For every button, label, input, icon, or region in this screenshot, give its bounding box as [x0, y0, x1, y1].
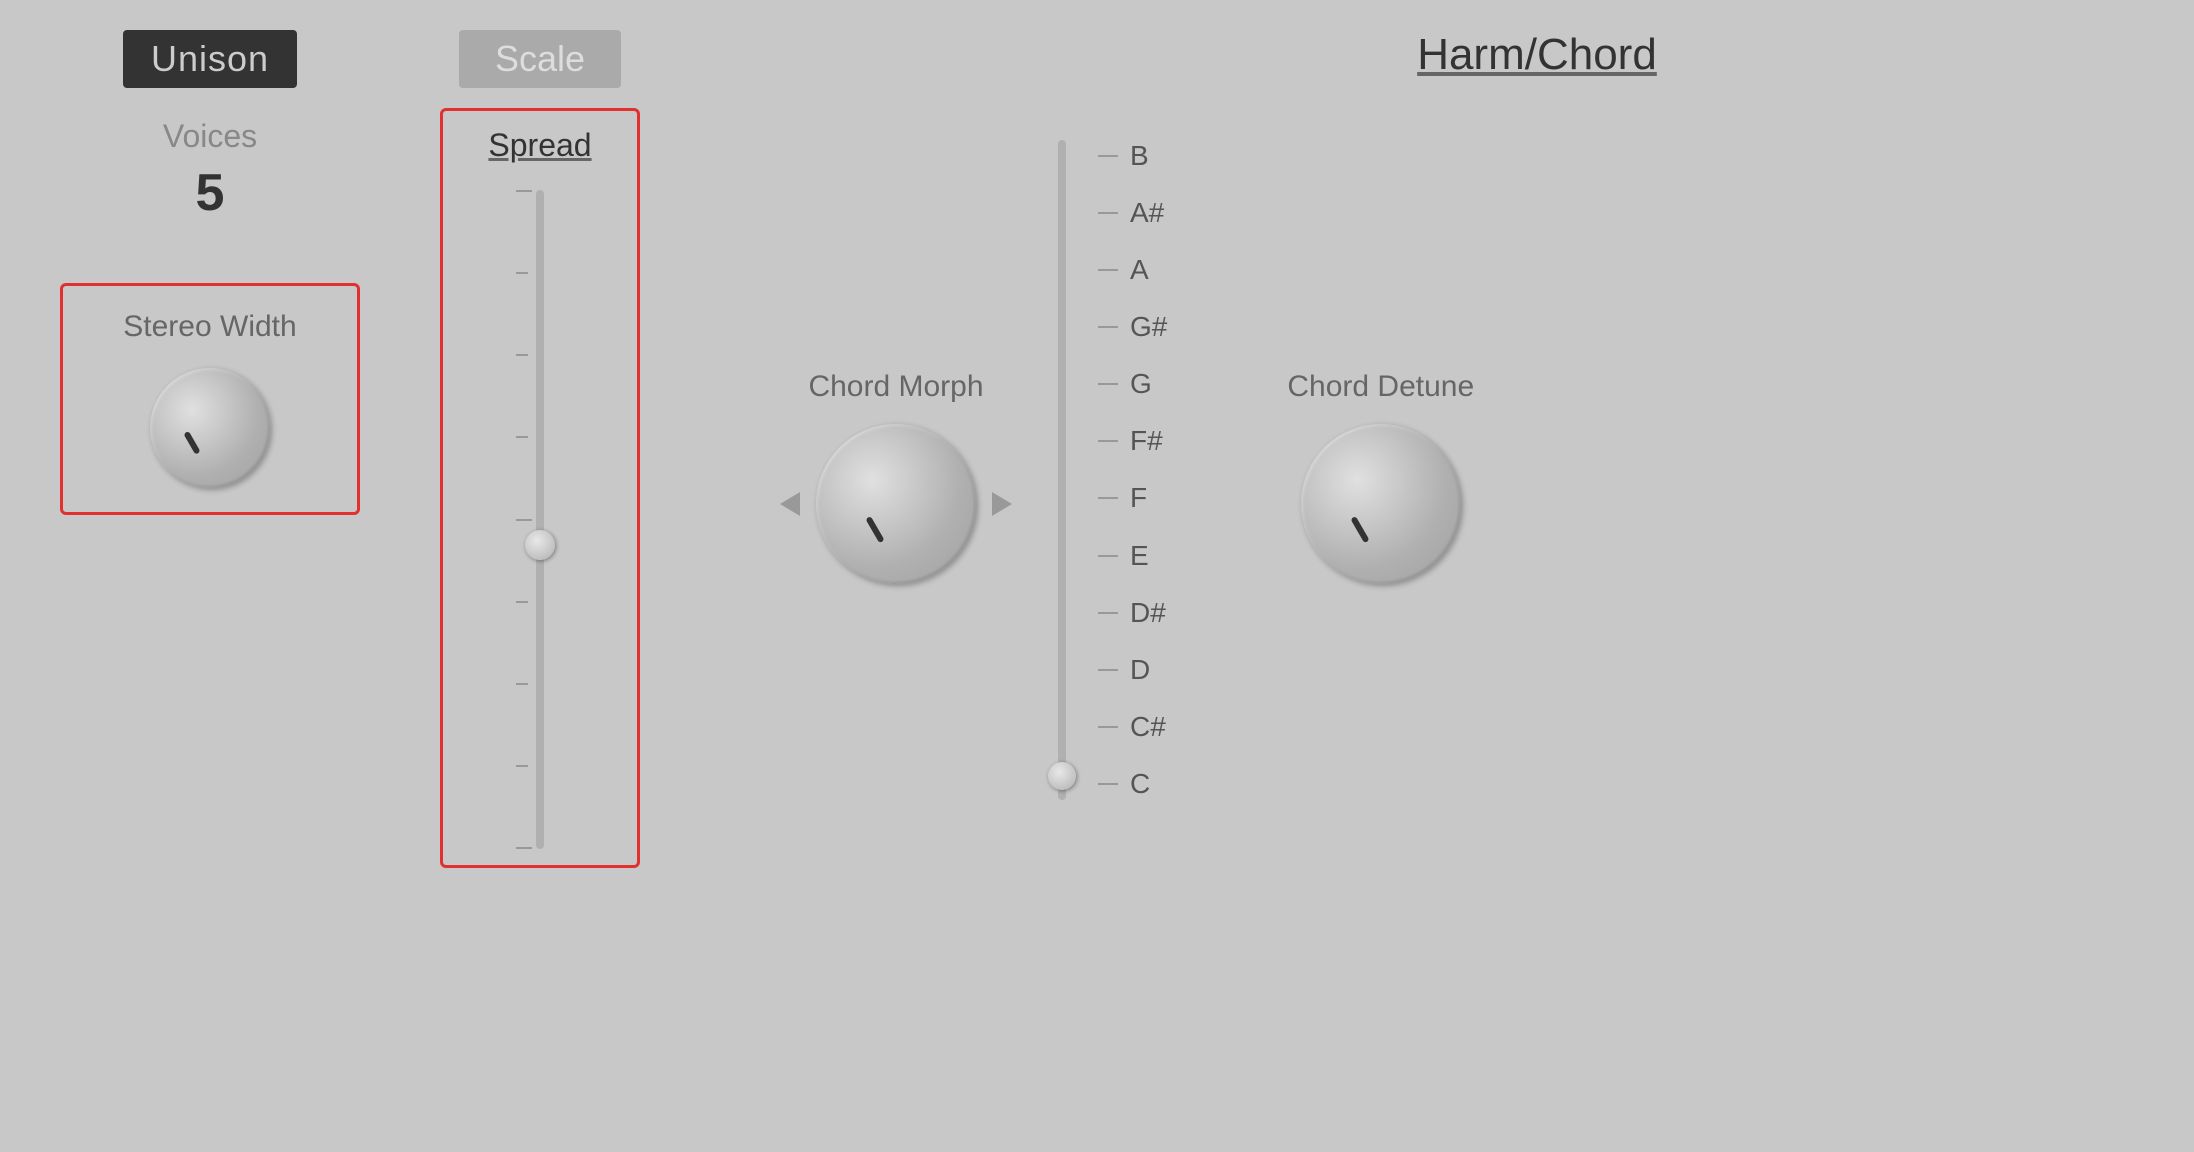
note-text: C#: [1130, 711, 1166, 743]
chord-morph-section: Chord Morph: [780, 370, 1012, 584]
note-label-A: A: [1098, 254, 1167, 286]
note-label-D: D: [1098, 654, 1167, 686]
unison-badge[interactable]: Unison: [123, 30, 297, 88]
harm-chord-section: Harm/Chord Chord Morph: [740, 30, 2134, 800]
stereo-width-label: Stereo Width: [123, 310, 296, 344]
note-text: F#: [1130, 425, 1163, 457]
note-label-F: F: [1098, 482, 1167, 514]
note-label-Csharp: C#: [1098, 711, 1167, 743]
note-dash-icon: [1098, 612, 1118, 614]
note-text: F: [1130, 482, 1147, 514]
chord-morph-knob-container: [816, 424, 976, 584]
note-label-Asharp: A#: [1098, 197, 1167, 229]
note-label-Gsharp: G#: [1098, 311, 1167, 343]
note-text: G#: [1130, 311, 1167, 343]
spread-label: Spread: [488, 127, 591, 164]
chord-morph-label: Chord Morph: [808, 370, 983, 404]
unison-section: Unison Voices 5 Stereo Width: [60, 30, 360, 515]
note-text: A#: [1130, 197, 1164, 229]
note-dash-icon: [1098, 212, 1118, 214]
chord-morph-arrow-right-icon: [992, 492, 1012, 516]
note-dash-icon: [1098, 440, 1118, 442]
note-label-Fsharp: F#: [1098, 425, 1167, 457]
note-text: B: [1130, 140, 1149, 172]
note-text: A: [1130, 254, 1149, 286]
note-label-C: C: [1098, 768, 1167, 800]
note-dash-icon: [1098, 269, 1118, 271]
note-dash-icon: [1098, 783, 1118, 785]
note-label-B: B: [1098, 140, 1167, 172]
chord-morph-knob[interactable]: [816, 424, 976, 584]
note-dash-icon: [1098, 669, 1118, 671]
stereo-width-knob[interactable]: [150, 368, 270, 488]
note-text: D: [1130, 654, 1150, 686]
note-dash-icon: [1098, 326, 1118, 328]
note-dash-icon: [1098, 383, 1118, 385]
note-text: E: [1130, 540, 1149, 572]
chord-detune-knob-container: [1301, 424, 1461, 584]
scale-slider-box: Spread: [440, 108, 640, 868]
note-dash-icon: [1098, 555, 1118, 557]
note-scale-slider[interactable]: [1042, 140, 1082, 800]
note-label-E: E: [1098, 540, 1167, 572]
chord-morph-arrow-left-icon: [780, 492, 800, 516]
voices-label: Voices: [163, 118, 257, 155]
note-labels: B A# A G# G: [1098, 140, 1167, 800]
spread-slider-thumb[interactable]: [525, 530, 555, 560]
note-dash-icon: [1098, 726, 1118, 728]
note-scale-track: [1058, 140, 1066, 800]
stereo-width-knob-container: [150, 368, 270, 488]
note-dash-icon: [1098, 497, 1118, 499]
harm-chord-body: Chord Morph: [740, 110, 2134, 800]
scale-badge[interactable]: Scale: [459, 30, 621, 88]
scale-section: Scale Spread: [440, 30, 640, 868]
note-scale-container: B A# A G# G: [1042, 110, 1167, 800]
harm-chord-title: Harm/Chord: [1417, 30, 1657, 80]
chord-detune-section: Chord Detune: [1287, 370, 1474, 584]
note-dash-icon: [1098, 155, 1118, 157]
spread-slider-track: [536, 190, 544, 849]
note-text: G: [1130, 368, 1152, 400]
chord-detune-label: Chord Detune: [1287, 370, 1474, 404]
note-text: D#: [1130, 597, 1166, 629]
spread-slider[interactable]: [510, 190, 570, 849]
stereo-width-box: Stereo Width: [60, 283, 360, 515]
chord-morph-row: [780, 424, 1012, 584]
chord-detune-knob[interactable]: [1301, 424, 1461, 584]
note-text: C: [1130, 768, 1150, 800]
note-scale-thumb[interactable]: [1048, 762, 1076, 790]
note-label-G: G: [1098, 368, 1167, 400]
voices-value: 5: [196, 163, 225, 223]
note-label-Dsharp: D#: [1098, 597, 1167, 629]
main-container: Unison Voices 5 Stereo Width Scale Sprea…: [0, 0, 2194, 1152]
